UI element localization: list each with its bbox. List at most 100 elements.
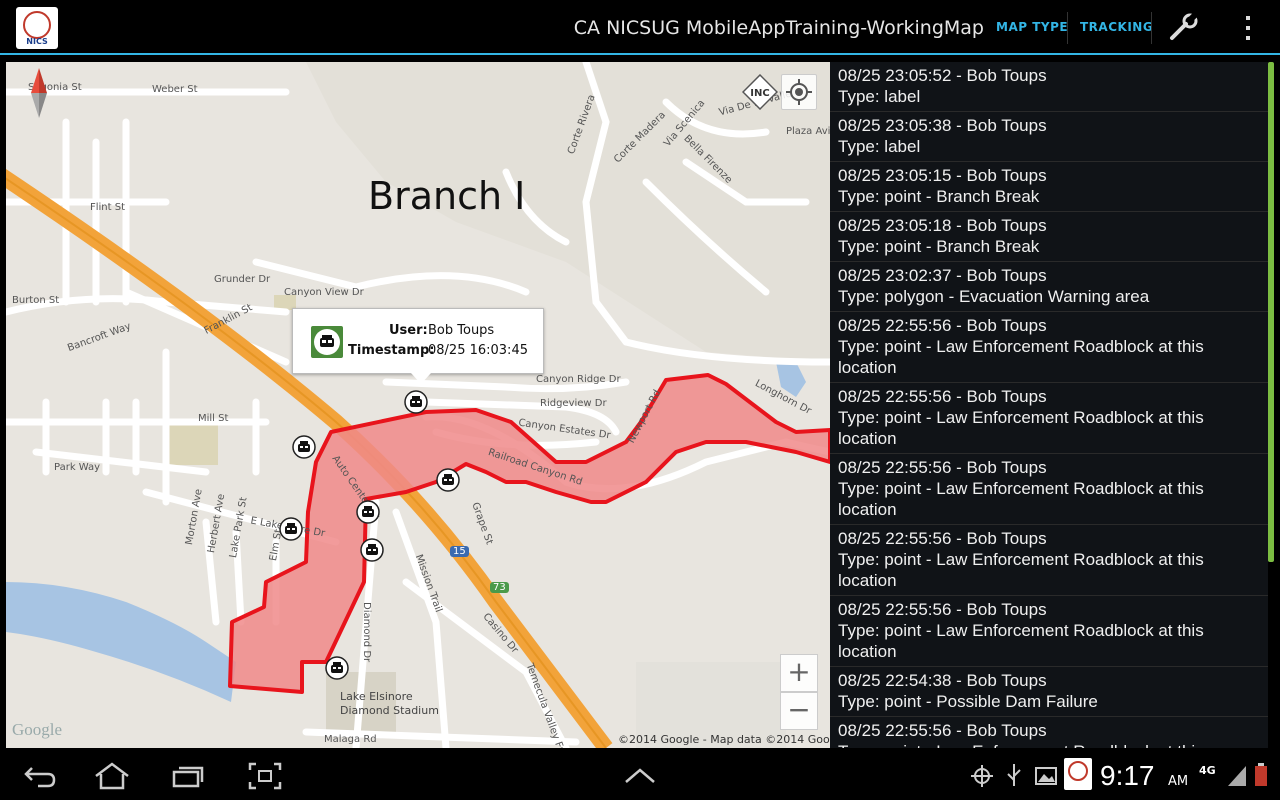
list-item-type: Type: point - Law Enforcement Roadblock … <box>838 550 1204 590</box>
info-window[interactable]: User: Bob Toups Timestamp: 08/25 16:03:4… <box>292 308 544 384</box>
battery-icon <box>1252 762 1270 794</box>
list-item-title: 08/25 22:55:56 - Bob Toups <box>838 316 1047 335</box>
list-item-type: Type: label <box>838 137 921 156</box>
my-location-icon[interactable] <box>781 74 817 110</box>
signal-icon <box>1226 762 1248 794</box>
highway-shield: 73 <box>490 582 509 593</box>
street-label: Mill St <box>198 413 229 424</box>
roadblock-marker-icon[interactable] <box>356 500 380 524</box>
home-icon[interactable] <box>92 762 132 794</box>
list-item-title: 08/25 23:05:18 - Bob Toups <box>838 216 1047 235</box>
list-item-title: 08/25 23:02:37 - Bob Toups <box>838 266 1047 285</box>
roadblock-marker-icon[interactable] <box>325 656 349 680</box>
back-icon[interactable] <box>22 762 58 794</box>
street-label: Malaga Rd <box>324 734 377 745</box>
roadblock-marker-icon[interactable] <box>360 538 384 562</box>
map-copyright: ©2014 Google - Map data ©2014 Google <box>618 733 830 746</box>
roadblock-marker-icon[interactable] <box>292 435 316 459</box>
roadblock-marker-icon[interactable] <box>436 468 460 492</box>
info-user-label: User: <box>389 323 428 338</box>
list-item[interactable]: 08/25 22:55:56 - Bob Toups Type: point - … <box>830 525 1268 596</box>
list-item-title: 08/25 22:55:56 - Bob Toups <box>838 529 1047 548</box>
gallery-icon <box>1034 762 1058 794</box>
incident-label: INC <box>750 88 769 99</box>
street-label: Grunder Dr <box>214 274 271 285</box>
overflow-menu-icon[interactable] <box>1236 12 1260 44</box>
street-label: Diamond Dr <box>361 602 372 663</box>
incident-button[interactable]: INC <box>741 73 779 111</box>
street-label: Weber St <box>152 84 198 95</box>
list-item[interactable]: 08/25 23:05:15 - Bob Toups Type: point - … <box>830 162 1268 212</box>
network-type: 4G <box>1199 764 1216 777</box>
list-item-title: 08/25 23:05:15 - Bob Toups <box>838 166 1047 185</box>
list-item-type: Type: point - Law Enforcement Roadblock … <box>838 479 1204 519</box>
map-type-button[interactable]: MAP TYPE <box>996 20 1068 34</box>
roadblock-marker-icon[interactable] <box>404 390 428 414</box>
list-item[interactable]: 08/25 23:02:37 - Bob Toups Type: polygon … <box>830 262 1268 312</box>
street-label: Ridgeview Dr <box>540 398 607 409</box>
app-title: CA NICSUG MobileAppTraining-WorkingMap <box>573 17 984 39</box>
list-item-type: Type: point - Law Enforcement Roadblock … <box>838 408 1204 448</box>
info-window-tail <box>411 373 431 384</box>
street-label: Canyon Ridge Dr <box>536 374 621 385</box>
list-item-title: 08/25 23:05:38 - Bob Toups <box>838 116 1047 135</box>
tracking-button[interactable]: TRACKING <box>1080 20 1153 34</box>
list-item[interactable]: 08/25 22:55:56 - Bob Toups Type: point - … <box>830 312 1268 383</box>
list-item-type: Type: point - Law Enforcement Roadblock … <box>838 741 1260 748</box>
wrench-icon[interactable] <box>1166 12 1202 44</box>
compass-icon[interactable] <box>28 66 50 120</box>
map-view[interactable]: Segonia St Weber St Flint St Burton St B… <box>6 62 830 748</box>
list-item-type: Type: point - Law Enforcement Roadblock … <box>838 621 1204 661</box>
list-item-type: Type: point - Branch Break <box>838 187 1040 206</box>
list-item-type: Type: label <box>838 87 921 106</box>
system-nav-bar: 9:17 AM 4G <box>0 752 1280 800</box>
list-item-title: 08/25 22:54:38 - Bob Toups <box>838 671 1047 690</box>
zoom-in-button[interactable]: + <box>780 654 818 692</box>
status-ampm: AM <box>1168 774 1189 789</box>
info-timestamp-label: Timestamp: <box>348 343 435 358</box>
google-logo: Google <box>12 720 63 739</box>
info-timestamp-value: 08/25 16:03:45 <box>428 343 528 358</box>
street-label: Plaza Avil <box>786 126 830 137</box>
zoom-out-button[interactable]: − <box>780 692 818 730</box>
roadblock-marker-icon[interactable] <box>279 517 303 541</box>
user-vehicle-icon <box>311 326 343 358</box>
list-item[interactable]: 08/25 23:05:52 - Bob Toups Type: label <box>830 62 1268 112</box>
action-bar: NICS CA NICSUG MobileAppTraining-Working… <box>0 0 1280 55</box>
logo-ring-icon <box>23 11 51 39</box>
list-item-title: 08/25 22:55:56 - Bob Toups <box>838 458 1047 477</box>
street-label: Flint St <box>90 202 126 213</box>
gps-icon <box>970 762 994 794</box>
list-scrollbar[interactable] <box>1268 62 1274 562</box>
info-user-value: Bob Toups <box>428 323 495 338</box>
list-item-title: 08/25 22:55:56 - Bob Toups <box>838 387 1047 406</box>
chevron-up-icon[interactable] <box>624 762 656 794</box>
list-item-type: Type: point - Branch Break <box>838 237 1040 256</box>
status-clock: 9:17 <box>1100 760 1155 791</box>
list-item[interactable]: 08/25 22:55:56 - Bob Toups Type: point - … <box>830 454 1268 525</box>
app-root: NICS CA NICSUG MobileAppTraining-Working… <box>0 0 1280 800</box>
list-item[interactable]: 08/25 22:54:38 - Bob Toups Type: point - … <box>830 667 1268 717</box>
list-item[interactable]: 08/25 23:05:18 - Bob Toups Type: point - … <box>830 212 1268 262</box>
screenshot-icon[interactable] <box>248 762 282 794</box>
divider <box>1151 12 1152 44</box>
branch-label[interactable]: Branch I <box>368 174 525 218</box>
feature-list[interactable]: 08/25 23:05:52 - Bob Toups Type: label 08/… <box>830 62 1268 748</box>
recent-apps-icon[interactable] <box>170 762 206 794</box>
list-item[interactable]: 08/25 22:55:56 - Bob Toups Type: point - … <box>830 596 1268 667</box>
app-logo[interactable]: NICS <box>16 7 58 49</box>
divider <box>1067 12 1068 44</box>
street-label: Burton St <box>12 295 60 306</box>
feature-list-items: 08/25 23:05:52 - Bob Toups Type: label 08/… <box>830 62 1268 748</box>
logo-text: NICS <box>26 37 48 46</box>
list-item[interactable]: 08/25 22:55:56 - Bob Toups Type: point - … <box>830 383 1268 454</box>
list-item-title: 08/25 22:55:56 - Bob Toups <box>838 600 1047 619</box>
list-item-title: 08/25 23:05:52 - Bob Toups <box>838 66 1047 85</box>
nics-notification-icon <box>1064 758 1092 794</box>
usb-icon <box>1004 762 1024 794</box>
list-item[interactable]: 08/25 23:05:38 - Bob Toups Type: label <box>830 112 1268 162</box>
list-item-type: Type: polygon - Evacuation Warning area <box>838 287 1150 306</box>
list-item[interactable]: 08/25 22:55:56 - Bob ToupsType: point - … <box>830 717 1268 748</box>
list-item-title: 08/25 22:55:56 - Bob Toups <box>838 721 1047 740</box>
list-item-type: Type: point - Law Enforcement Roadblock … <box>838 337 1204 377</box>
